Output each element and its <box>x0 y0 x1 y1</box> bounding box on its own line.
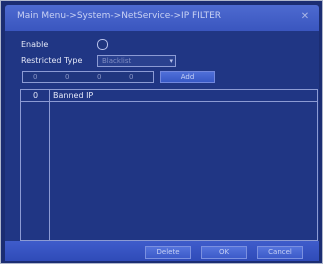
ip-segment-1[interactable]: 0 <box>33 73 37 81</box>
restricted-type-label: Restricted Type <box>21 56 83 65</box>
list-header: 0 Banned IP <box>21 90 317 102</box>
button-bar: Delete OK Cancel <box>5 241 319 261</box>
close-icon[interactable]: ✕ <box>299 11 311 23</box>
column-divider <box>49 90 50 240</box>
chevron-down-icon: ▾ <box>169 57 173 65</box>
window-title: Main Menu->System->NetService->IP FILTER <box>17 11 222 21</box>
banned-ip-list[interactable]: 0 Banned IP <box>20 89 318 241</box>
add-button[interactable]: Add <box>160 71 215 83</box>
column-header-number: 0 <box>33 91 39 100</box>
ip-address-input[interactable]: 0 0 0 0 <box>22 71 154 83</box>
column-header-banned-ip: Banned IP <box>53 91 94 100</box>
ip-segment-4[interactable]: 0 <box>129 73 133 81</box>
ip-filter-window: Main Menu->System->NetService->IP FILTER… <box>0 0 323 264</box>
form-body: Enable Restricted Type Blacklist ▾ 0 0 0… <box>5 31 319 241</box>
enable-checkbox[interactable] <box>97 39 108 50</box>
restricted-type-select[interactable]: Blacklist ▾ <box>97 55 176 67</box>
title-bar: Main Menu->System->NetService->IP FILTER… <box>5 5 319 31</box>
ip-segment-3[interactable]: 0 <box>97 73 101 81</box>
cancel-button[interactable]: Cancel <box>257 246 303 259</box>
ip-segment-2[interactable]: 0 <box>65 73 69 81</box>
ok-button[interactable]: OK <box>201 246 247 259</box>
enable-label: Enable <box>21 40 49 49</box>
restricted-type-value: Blacklist <box>102 57 132 65</box>
delete-button[interactable]: Delete <box>145 246 191 259</box>
